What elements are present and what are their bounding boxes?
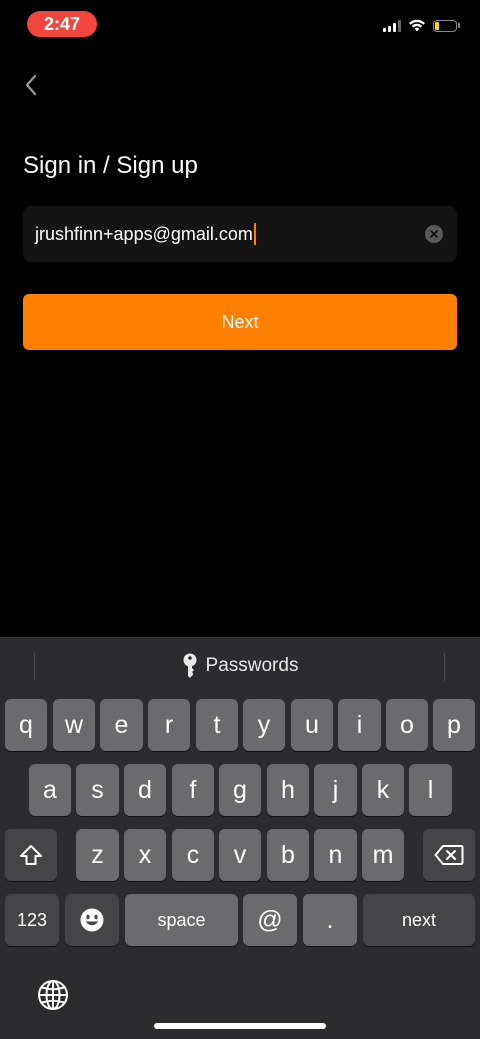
- status-time: 2:47: [27, 11, 97, 37]
- email-field-value: jrushfinn+apps@gmail.com: [35, 223, 253, 244]
- page-title: Sign in / Sign up: [23, 152, 198, 179]
- passwords-label: Passwords: [205, 655, 299, 676]
- cellular-signal-icon: [383, 19, 401, 32]
- key-n[interactable]: n: [314, 829, 357, 881]
- key-c[interactable]: c: [172, 829, 214, 881]
- key-z[interactable]: z: [76, 829, 119, 881]
- shift-icon: [20, 845, 42, 865]
- passwords-suggestion[interactable]: Passwords: [0, 653, 480, 679]
- key-l[interactable]: l: [409, 764, 452, 816]
- space-key[interactable]: space: [125, 894, 238, 946]
- key-j[interactable]: j: [314, 764, 357, 816]
- close-icon: [430, 230, 438, 238]
- key-p[interactable]: p: [433, 699, 475, 751]
- key-o[interactable]: o: [386, 699, 428, 751]
- at-key[interactable]: @: [243, 894, 297, 946]
- backspace-icon: [434, 845, 464, 865]
- dot-key[interactable]: .: [303, 894, 357, 946]
- key-y[interactable]: y: [243, 699, 285, 751]
- status-indicators: [383, 19, 460, 32]
- chevron-left-icon: [25, 74, 37, 96]
- key-b[interactable]: b: [267, 829, 309, 881]
- key-k[interactable]: k: [362, 764, 404, 816]
- emoji-key[interactable]: [65, 894, 119, 946]
- back-button[interactable]: [16, 68, 46, 102]
- key-f[interactable]: f: [172, 764, 214, 816]
- home-indicator[interactable]: [154, 1023, 326, 1029]
- text-cursor: [253, 223, 256, 245]
- delete-key[interactable]: [423, 829, 475, 881]
- email-field[interactable]: jrushfinn+apps@gmail.com: [23, 206, 457, 262]
- emoji-icon: [80, 908, 104, 932]
- key-m[interactable]: m: [362, 829, 404, 881]
- key-r[interactable]: r: [148, 699, 190, 751]
- key-a[interactable]: a: [29, 764, 71, 816]
- key-x[interactable]: x: [124, 829, 166, 881]
- wifi-icon: [409, 19, 425, 32]
- key-e[interactable]: e: [100, 699, 143, 751]
- key-t[interactable]: t: [196, 699, 238, 751]
- key-d[interactable]: d: [124, 764, 166, 816]
- clear-icon[interactable]: [425, 225, 443, 243]
- return-key[interactable]: next: [363, 894, 475, 946]
- battery-icon: [433, 19, 457, 32]
- suggestion-bar: Passwords: [0, 637, 480, 697]
- key-q[interactable]: q: [5, 699, 47, 751]
- shift-key[interactable]: [5, 829, 57, 881]
- key-icon: [183, 653, 197, 678]
- key-h[interactable]: h: [267, 764, 309, 816]
- key-u[interactable]: u: [291, 699, 333, 751]
- next-button[interactable]: Next: [23, 294, 457, 350]
- numbers-key[interactable]: 123: [5, 894, 59, 946]
- key-s[interactable]: s: [76, 764, 119, 816]
- key-v[interactable]: v: [219, 829, 261, 881]
- key-i[interactable]: i: [338, 699, 381, 751]
- globe-icon: [38, 980, 68, 1010]
- globe-button[interactable]: [36, 978, 70, 1012]
- key-w[interactable]: w: [53, 699, 95, 751]
- key-g[interactable]: g: [219, 764, 261, 816]
